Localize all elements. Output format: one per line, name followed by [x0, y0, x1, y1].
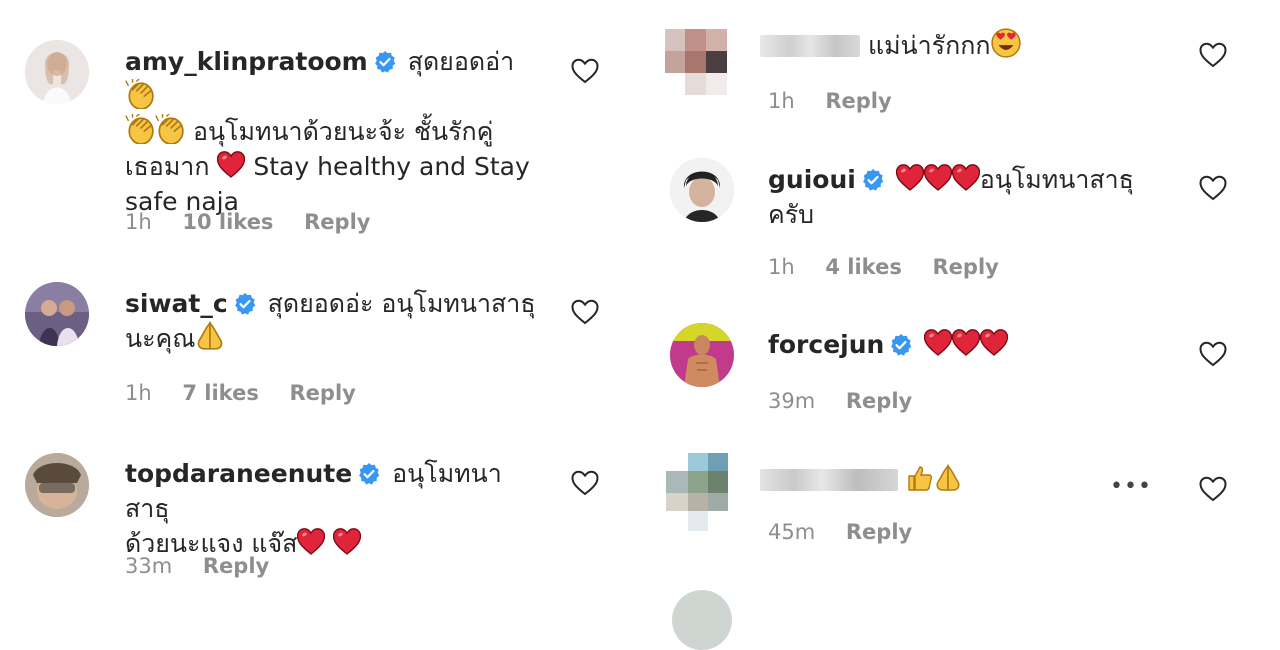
verified-badge-icon	[373, 51, 396, 73]
like-heart-outline-icon[interactable]	[1199, 476, 1227, 502]
comment-username[interactable]: forcejun	[768, 330, 884, 359]
blurred-username[interactable]	[760, 35, 860, 57]
comment-time[interactable]: 1h	[125, 210, 152, 234]
red-heart-emoji	[333, 528, 362, 555]
more-options-icon[interactable]: •••	[1110, 474, 1152, 499]
comment-meta: 45m Reply	[768, 520, 936, 544]
comment-text: อนุโมทนาสาธุ	[979, 165, 1134, 194]
avatar[interactable]	[25, 282, 89, 346]
comment-meta: 1h 7 likes Reply	[125, 381, 380, 405]
folded-hands-emoji	[198, 322, 223, 350]
clapping-hands-emoji	[125, 114, 154, 144]
comment-time[interactable]: 1h	[768, 89, 795, 113]
comment-username[interactable]: siwat_c	[125, 289, 228, 318]
like-heart-outline-icon[interactable]	[571, 58, 599, 84]
folded-hands-emoji	[936, 465, 960, 491]
red-heart-emoji	[923, 164, 952, 191]
like-heart-outline-icon[interactable]	[571, 470, 599, 496]
comment-likes[interactable]: 4 likes	[825, 255, 901, 279]
comment-meta: 1h 4 likes Reply	[768, 255, 1023, 279]
red-heart-emoji	[952, 329, 981, 356]
clapping-hands-emoji	[155, 114, 184, 144]
verified-badge-icon	[233, 293, 256, 315]
clapping-hands-emoji	[125, 79, 154, 109]
avatar[interactable]	[672, 590, 732, 650]
red-heart-emoji	[980, 329, 1009, 356]
reply-button[interactable]: Reply	[846, 520, 912, 544]
comment-likes[interactable]: 10 likes	[182, 210, 273, 234]
comment-meta: 1h Reply	[768, 89, 916, 113]
comment-time[interactable]: 1h	[768, 255, 795, 279]
reply-button[interactable]: Reply	[203, 554, 269, 578]
red-heart-emoji	[895, 164, 924, 191]
heart-eyes-emoji	[990, 28, 1021, 58]
avatar[interactable]	[25, 453, 89, 517]
red-heart-emoji	[951, 164, 980, 191]
comment-username[interactable]: amy_klinpratoom	[125, 47, 368, 76]
comment-text: Stay healthy and Stay	[253, 152, 530, 181]
comment-meta: 33m Reply	[125, 554, 293, 578]
comment-text: สุดยอดอ่า	[407, 47, 515, 76]
comment-text: เธอมาก	[125, 152, 210, 181]
comment-likes[interactable]: 7 likes	[182, 381, 258, 405]
reply-button[interactable]: Reply	[825, 89, 891, 113]
reply-button[interactable]: Reply	[933, 255, 999, 279]
comment-text: ครับ	[768, 200, 815, 229]
comment-meta: 39m Reply	[768, 389, 936, 413]
like-heart-outline-icon[interactable]	[1199, 175, 1227, 201]
reply-button[interactable]: Reply	[290, 381, 356, 405]
blurred-username[interactable]	[760, 469, 898, 491]
red-heart-emoji	[217, 151, 246, 178]
reply-button[interactable]: Reply	[304, 210, 370, 234]
avatar[interactable]	[670, 323, 734, 387]
verified-badge-icon	[890, 334, 913, 356]
like-heart-outline-icon[interactable]	[571, 299, 599, 325]
comment-time[interactable]: 45m	[768, 520, 815, 544]
red-heart-emoji	[297, 528, 326, 555]
comment-text: สุดยอดอ่ะ อนุโมทนาสาธุ	[267, 289, 536, 318]
avatar[interactable]	[670, 158, 734, 222]
avatar[interactable]	[25, 40, 89, 104]
verified-badge-icon	[861, 169, 884, 191]
comment-time[interactable]: 1h	[125, 381, 152, 405]
red-heart-emoji	[924, 329, 953, 356]
comment-username[interactable]: topdaraneenute	[125, 459, 352, 488]
comment-text: แม่น่ารักกก	[867, 31, 991, 60]
avatar[interactable]	[666, 453, 740, 535]
comment-meta: 1h 10 likes Reply	[125, 210, 394, 234]
like-heart-outline-icon[interactable]	[1199, 42, 1227, 68]
comment-time[interactable]: 33m	[125, 554, 172, 578]
thumbs-up-emoji	[908, 466, 933, 491]
like-heart-outline-icon[interactable]	[1199, 341, 1227, 367]
verified-badge-icon	[358, 463, 381, 485]
comment-text: อนุโมทนาด้วยนะจ้ะ ชั้นรักคู่	[192, 117, 494, 146]
avatar[interactable]	[665, 15, 727, 99]
comment-username[interactable]: guioui	[768, 165, 856, 194]
comment-time[interactable]: 39m	[768, 389, 815, 413]
reply-button[interactable]: Reply	[846, 389, 912, 413]
comment-text: นะคุณ	[125, 324, 196, 353]
